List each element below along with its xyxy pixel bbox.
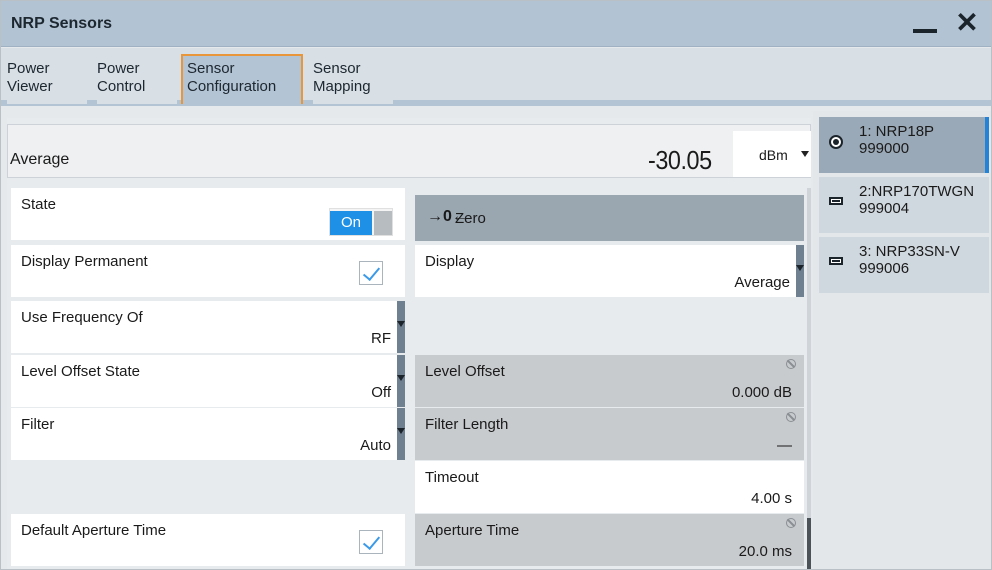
- scrollbar-thumb[interactable]: [807, 518, 811, 569]
- title-bar: NRP Sensors ✕: [1, 1, 991, 47]
- unit-dropdown[interactable]: dBm: [733, 131, 811, 177]
- timeout-field[interactable]: Timeout 4.00 s: [415, 461, 804, 513]
- chevron-down-icon: [397, 355, 405, 407]
- state-label: State: [21, 196, 57, 213]
- chevron-down-icon: [397, 301, 405, 353]
- average-value: -30.05: [648, 145, 712, 175]
- filter-length-label: Filter Length: [425, 416, 509, 433]
- scrollbar[interactable]: [807, 188, 811, 569]
- state-toggle[interactable]: On: [329, 208, 393, 236]
- sensor-item-label: 2:NRP170TWGN 999004: [859, 183, 975, 217]
- waveguide-sensor-icon: [829, 197, 843, 205]
- thermal-sensor-icon: [829, 135, 843, 149]
- level-offset-state-value: Off: [371, 384, 391, 401]
- window-title: NRP Sensors: [11, 15, 113, 32]
- timeout-value: 4.00 s: [751, 490, 792, 507]
- average-readout: Average -30.05 dBm: [7, 124, 811, 178]
- use-frequency-dropdown[interactable]: Use Frequency Of RF: [11, 301, 405, 353]
- level-offset-field: Level Offset 0.000 dB: [415, 355, 804, 407]
- sensor-list: 1: NRP18P 999000 2:NRP170TWGN 999004 3: …: [813, 111, 991, 569]
- usb-sensor-icon: [829, 257, 843, 265]
- chevron-down-icon: [397, 408, 405, 460]
- sensor-item-2[interactable]: 2:NRP170TWGN 999004: [819, 177, 989, 233]
- unit-label: dBm: [759, 147, 788, 163]
- tab-power-viewer[interactable]: Power Viewer: [7, 54, 87, 104]
- sensor-item-label: 3: NRP33SN-V 999006: [859, 243, 960, 277]
- display-value: Average: [734, 274, 790, 291]
- display-permanent-checkbox[interactable]: [359, 261, 383, 285]
- disabled-icon: [786, 359, 796, 369]
- sensor-item-1[interactable]: 1: NRP18P 999000: [819, 117, 989, 173]
- level-offset-state-dropdown[interactable]: Level Offset State Off: [11, 355, 405, 407]
- filter-label: Filter: [21, 416, 55, 433]
- display-permanent-label: Display Permanent: [21, 253, 148, 270]
- average-label: Average: [10, 151, 70, 168]
- tab-bar: Power Viewer Power Control Sensor Config…: [1, 48, 991, 106]
- filter-dropdown[interactable]: Filter Auto: [11, 408, 405, 460]
- nrp-sensors-window: NRP Sensors ✕ Power Viewer Power Control…: [0, 0, 992, 570]
- level-offset-label: Level Offset: [425, 363, 505, 380]
- filter-value: Auto: [360, 437, 391, 454]
- level-offset-value: 0.000 dB: [731, 384, 792, 401]
- state-toggle-on: On: [330, 211, 372, 235]
- default-aperture-label: Default Aperture Time: [21, 522, 167, 539]
- toggle-knob: [374, 211, 392, 235]
- minimize-icon[interactable]: [907, 7, 943, 41]
- tab-power-control[interactable]: Power Control: [97, 54, 177, 104]
- aperture-time-value: 20.0 ms: [738, 543, 792, 560]
- display-permanent-field: Display Permanent: [11, 245, 405, 297]
- use-frequency-label: Use Frequency Of: [21, 309, 143, 326]
- zero-button[interactable]: →0← Zero: [415, 195, 804, 241]
- display-dropdown[interactable]: Display Average: [415, 245, 804, 297]
- zero-label: Zero: [455, 210, 486, 227]
- level-offset-state-label: Level Offset State: [21, 363, 140, 380]
- tab-sensor-mapping[interactable]: Sensor Mapping: [313, 54, 393, 104]
- sensor-item-3[interactable]: 3: NRP33SN-V 999006: [819, 237, 989, 293]
- aperture-time-label: Aperture Time: [425, 522, 520, 539]
- sensor-config-panel: Average -30.05 dBm State On Display Perm…: [7, 118, 811, 569]
- aperture-time-field: Aperture Time 20.0 ms: [415, 514, 804, 566]
- disabled-icon: [786, 412, 796, 422]
- filter-length-field: Filter Length —: [415, 408, 804, 460]
- sensor-item-label: 1: NRP18P 999000: [859, 123, 935, 157]
- timeout-label: Timeout: [425, 469, 479, 486]
- filter-length-value: —: [777, 437, 792, 454]
- disabled-icon: [786, 518, 796, 528]
- use-frequency-value: RF: [371, 330, 391, 347]
- default-aperture-field: Default Aperture Time: [11, 514, 405, 566]
- tab-sensor-configuration[interactable]: Sensor Configuration: [181, 54, 303, 104]
- state-field: State On: [11, 188, 405, 240]
- close-icon[interactable]: ✕: [949, 7, 985, 41]
- default-aperture-checkbox[interactable]: [359, 530, 383, 554]
- chevron-down-icon: [796, 245, 804, 297]
- display-label: Display: [425, 253, 475, 270]
